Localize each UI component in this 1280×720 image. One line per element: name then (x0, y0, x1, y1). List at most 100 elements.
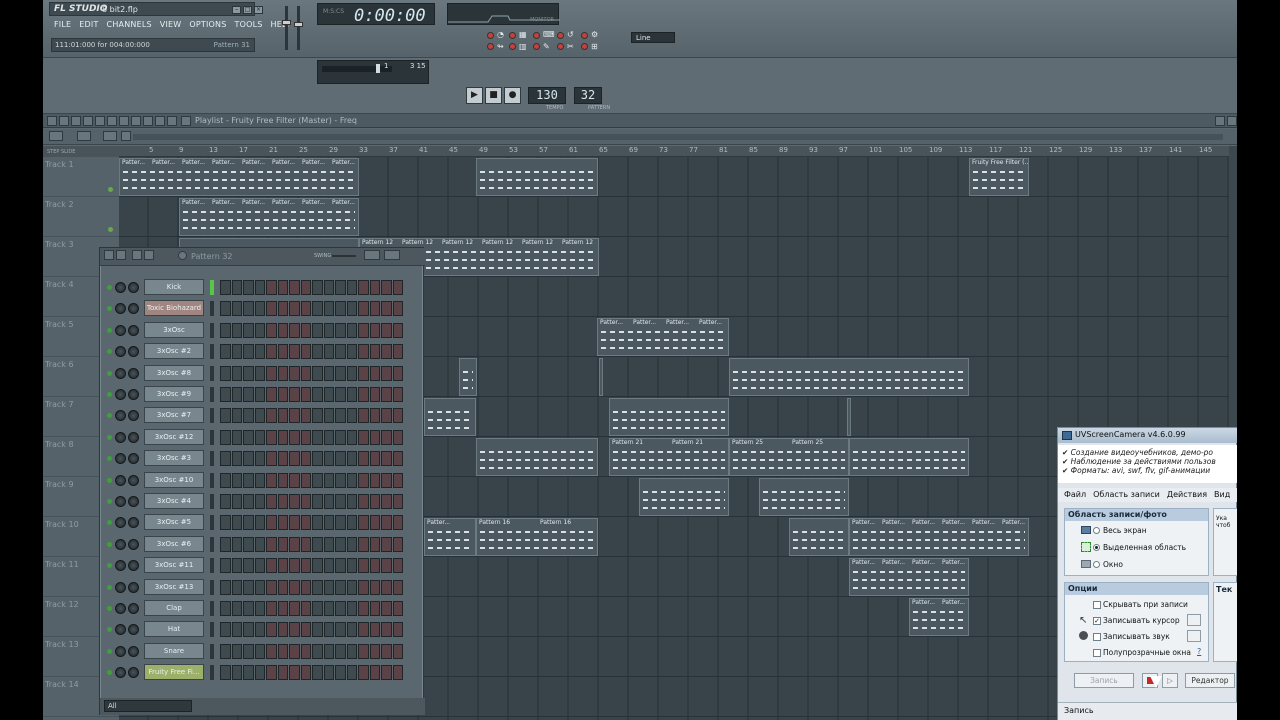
step-button[interactable] (220, 579, 231, 595)
playlist-clip[interactable] (849, 438, 969, 476)
playlist-clip[interactable] (609, 398, 729, 436)
playlist-detach-icon[interactable] (1215, 116, 1225, 126)
step-button[interactable] (266, 494, 277, 509)
channel-button[interactable]: Clap (144, 600, 204, 616)
step-button[interactable] (220, 601, 231, 616)
position-handle[interactable] (376, 64, 380, 73)
step-button[interactable] (369, 665, 380, 681)
channel-select-indicator[interactable] (210, 408, 214, 424)
step-button[interactable] (243, 515, 254, 531)
step-button[interactable] (369, 344, 380, 360)
channel-mute-led[interactable] (107, 520, 112, 526)
step-button[interactable] (335, 387, 346, 402)
step-button[interactable] (335, 515, 346, 531)
channel-button[interactable]: Fruity Free Fi... (144, 664, 204, 681)
step-button[interactable] (392, 472, 403, 488)
channel-select-indicator[interactable] (210, 665, 214, 681)
channel-button[interactable]: 3xOsc #5 (144, 514, 204, 531)
step-button[interactable] (289, 643, 300, 659)
record-toggle-icon[interactable] (487, 32, 494, 39)
step-button[interactable] (243, 365, 254, 381)
step-button[interactable] (358, 601, 369, 616)
menu-view[interactable]: VIEW (160, 20, 182, 34)
channel-pan-knob[interactable] (115, 324, 126, 336)
step-button[interactable] (392, 622, 403, 638)
step-button[interactable] (289, 322, 300, 338)
step-button[interactable] (254, 472, 265, 488)
step-button[interactable] (220, 451, 231, 467)
step-button[interactable] (392, 515, 403, 531)
step-button[interactable] (231, 451, 242, 467)
step-button[interactable] (392, 643, 403, 659)
record-cursor-checkbox[interactable]: ✓ (1093, 617, 1101, 625)
channel-button[interactable]: 3xOsc #7 (144, 407, 204, 424)
step-button[interactable] (277, 579, 288, 595)
channel-volume-knob[interactable] (128, 303, 139, 315)
step-button[interactable] (312, 280, 323, 295)
channel-button[interactable]: Snare (144, 642, 204, 659)
step-button[interactable] (358, 665, 369, 681)
channel-pan-knob[interactable] (115, 603, 126, 614)
channel-select-indicator[interactable] (210, 536, 214, 552)
step-button[interactable] (254, 622, 265, 638)
step-button[interactable] (369, 322, 380, 338)
step-button[interactable] (254, 536, 265, 552)
step-edit-icon[interactable]: ▦ (519, 30, 527, 39)
step-button[interactable] (231, 387, 242, 402)
channel-volume-knob[interactable] (128, 410, 139, 422)
step-button[interactable] (277, 536, 288, 552)
channel-button[interactable]: Kick (144, 279, 204, 295)
time-display[interactable]: M:S:CS 0:00:00 (317, 3, 435, 26)
step-button[interactable] (231, 408, 242, 424)
keyboard-editor-icon[interactable] (384, 250, 400, 260)
playlist-clip[interactable] (847, 398, 851, 436)
step-button[interactable] (277, 387, 288, 402)
step-button[interactable] (289, 515, 300, 531)
playlist-clip[interactable]: Pattern 25 Pattern 25 (729, 438, 849, 476)
step-button[interactable] (381, 280, 392, 295)
brush-tool-icon[interactable] (83, 116, 93, 126)
channel-button[interactable]: 3xOsc #9 (144, 386, 204, 402)
step-button[interactable] (300, 622, 311, 638)
channel-mute-led[interactable] (107, 434, 112, 440)
transparent-windows-checkbox[interactable] (1093, 649, 1101, 657)
zoom-tool-icon[interactable] (143, 116, 153, 126)
step-button[interactable] (358, 451, 369, 467)
step-button[interactable] (323, 515, 334, 531)
step-button[interactable] (243, 472, 254, 488)
step-button[interactable] (392, 322, 403, 338)
master-volume-slider[interactable] (285, 6, 288, 50)
channel-pan-knob[interactable] (115, 367, 126, 379)
step-button[interactable] (254, 579, 265, 595)
cut-icon[interactable]: ✂ (567, 42, 574, 51)
uv-menu-area[interactable]: Область записи (1093, 488, 1160, 502)
step-button[interactable] (231, 665, 242, 681)
step-button[interactable] (346, 301, 357, 317)
step-button[interactable] (300, 558, 311, 574)
song-position[interactable]: 1 3 15 (317, 60, 429, 84)
step-button[interactable] (358, 322, 369, 338)
step-button[interactable] (346, 344, 357, 360)
channel-mute-led[interactable] (107, 477, 112, 483)
tempo-display[interactable]: 130 (528, 87, 566, 104)
select-tool-icon[interactable] (131, 116, 141, 126)
step-button[interactable] (358, 280, 369, 295)
step-button[interactable] (220, 536, 231, 552)
step-button[interactable] (300, 365, 311, 381)
channel-pan-knob[interactable] (115, 667, 126, 679)
step-button[interactable] (300, 429, 311, 445)
step-button[interactable] (254, 429, 265, 445)
track-active-icon[interactable] (108, 187, 113, 192)
step-button[interactable] (369, 494, 380, 509)
step-button[interactable] (277, 601, 288, 616)
step-button[interactable] (243, 344, 254, 360)
channel-pan-knob[interactable] (115, 431, 126, 443)
step-button[interactable] (312, 472, 323, 488)
step-button[interactable] (289, 451, 300, 467)
piano-icon[interactable]: ▥ (519, 42, 527, 51)
step-button[interactable] (254, 408, 265, 424)
step-button[interactable] (335, 365, 346, 381)
channel-mute-led[interactable] (107, 563, 112, 569)
step-button[interactable] (277, 643, 288, 659)
step-button[interactable] (392, 387, 403, 402)
